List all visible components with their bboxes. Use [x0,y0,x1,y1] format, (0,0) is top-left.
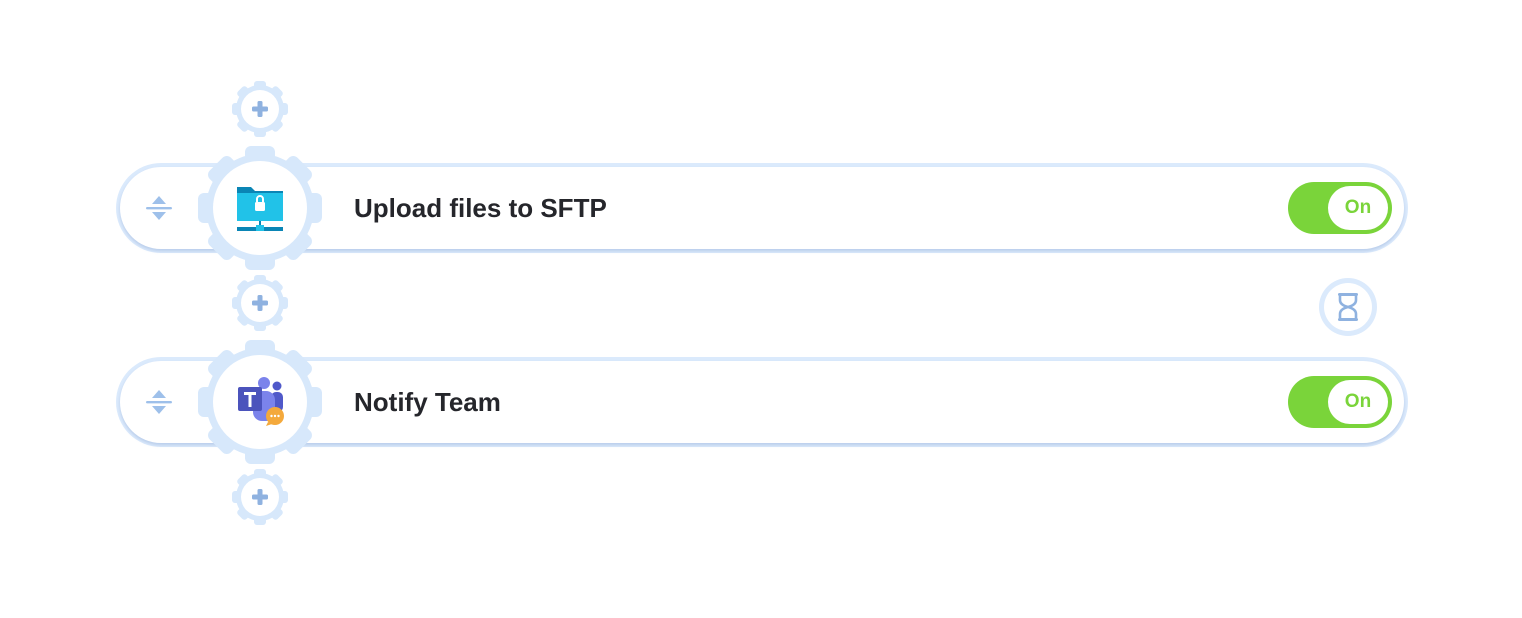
add-step-button-middle[interactable] [231,274,289,332]
plus-icon [232,469,288,525]
step-title: Notify Team [354,387,501,417]
add-step-button-bottom[interactable] [231,468,289,526]
workflow-canvas: Upload files to SFTP On Notify Team On [0,0,1522,618]
plus-icon [232,275,288,331]
step-title: Upload files to SFTP [354,193,607,223]
toggle-label: On [1328,186,1388,230]
drag-handle-icon[interactable] [144,385,174,419]
step-app-icon-holder[interactable] [198,146,322,270]
plus-icon [232,81,288,137]
drag-handle-icon[interactable] [144,191,174,225]
step-app-icon-holder[interactable] [198,340,322,464]
step-enabled-toggle[interactable]: On [1288,376,1392,428]
add-step-button-top[interactable] [231,80,289,138]
step-enabled-toggle[interactable]: On [1288,182,1392,234]
sftp-folder-lock-icon [235,183,285,233]
delay-button[interactable] [1319,278,1377,336]
microsoft-teams-icon [235,377,285,427]
toggle-label: On [1328,380,1388,424]
hourglass-icon [1319,278,1377,336]
